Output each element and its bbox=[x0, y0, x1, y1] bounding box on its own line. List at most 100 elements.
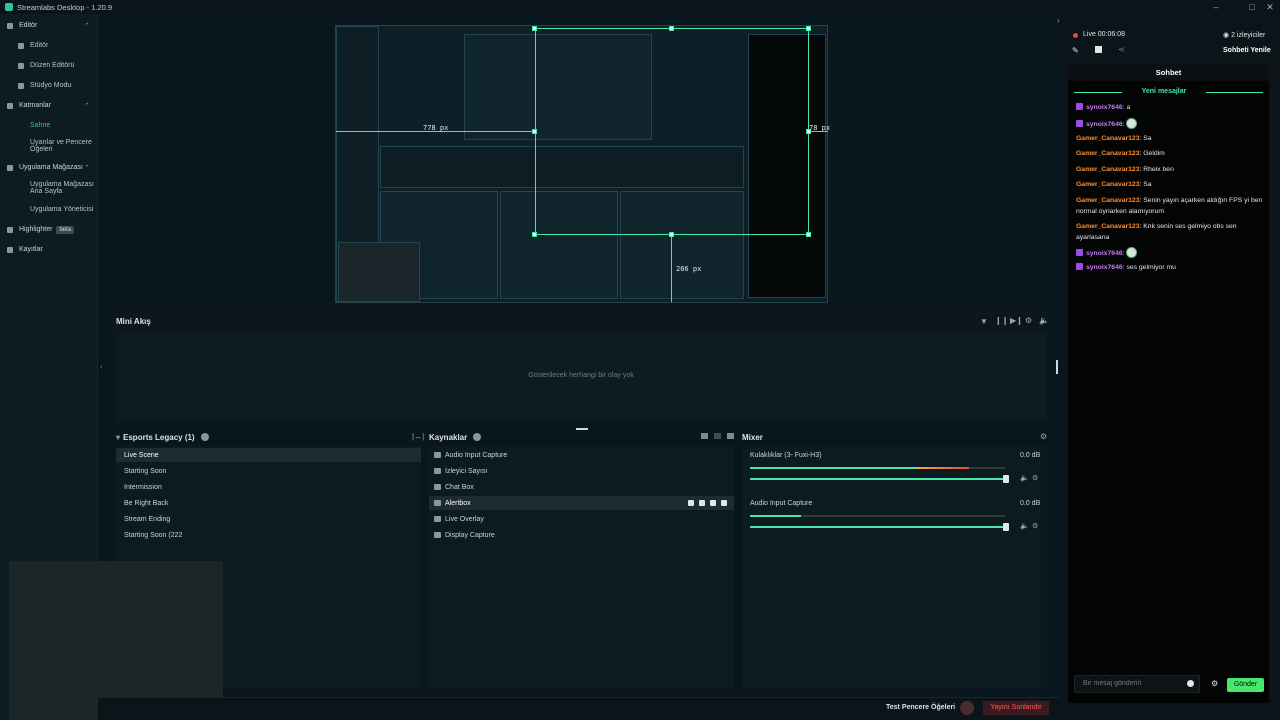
send-button[interactable]: Gönder bbox=[1227, 678, 1264, 692]
record-button[interactable] bbox=[960, 701, 974, 715]
chat-settings-icon[interactable]: ⚙ bbox=[1211, 679, 1218, 688]
channel-settings-icon[interactable]: ⚙ bbox=[1032, 522, 1038, 530]
maximize-icon[interactable]: □ bbox=[1242, 0, 1262, 14]
lock-icon[interactable] bbox=[688, 500, 694, 506]
mixer-settings-icon[interactable]: ⚙ bbox=[1040, 432, 1047, 441]
resize-handle[interactable] bbox=[532, 129, 537, 134]
sidebar-item[interactable]: Editör bbox=[0, 42, 98, 49]
end-stream-button[interactable]: Yayını Sonlandır bbox=[983, 701, 1049, 715]
chat-username[interactable]: Gamer_Canavar123 bbox=[1076, 135, 1139, 142]
sidebar-item[interactable]: Stüdyo Modu bbox=[0, 82, 98, 89]
sidebar-item[interactable]: Highlighter beta bbox=[0, 226, 98, 234]
sidebar-item[interactable]: Katmanlar ⌃ bbox=[0, 102, 98, 110]
nested-chat bbox=[748, 34, 826, 298]
chevron-up-icon[interactable]: ⌃ bbox=[84, 102, 90, 110]
volume-slider[interactable] bbox=[750, 526, 1006, 528]
chat-username[interactable]: Gamer_Canavar123 bbox=[1076, 166, 1139, 173]
eye-icon: ◉ bbox=[1223, 32, 1232, 39]
sidebar-item-label: Kayıtlar bbox=[19, 246, 43, 253]
scene-item[interactable]: Starting Soon (222 bbox=[116, 528, 421, 542]
mixer-channel-name: Kulaklıklar (3- Fuxi-H3) bbox=[750, 452, 822, 459]
chat-tab[interactable]: Sohbet bbox=[1068, 64, 1269, 81]
expand-chat-icon[interactable]: › bbox=[1057, 16, 1060, 25]
source-item[interactable]: Live Overlay bbox=[429, 512, 734, 526]
chat-input[interactable]: Bir mesaj gönderin bbox=[1074, 675, 1200, 693]
chat-username[interactable]: Gamer_Canavar123 bbox=[1076, 150, 1139, 157]
volume-slider[interactable] bbox=[750, 478, 1006, 480]
scene-item[interactable]: Starting Soon bbox=[116, 464, 421, 478]
chat-username[interactable]: synoix7646 bbox=[1086, 250, 1123, 257]
share-icon[interactable]: ⋖ bbox=[1118, 45, 1125, 54]
splitter-handle[interactable] bbox=[576, 428, 588, 430]
source-settings-icon[interactable] bbox=[721, 500, 727, 506]
sidebar-item[interactable]: Uygulama Yöneticisi bbox=[0, 206, 98, 213]
skip-icon[interactable]: ▶❙ bbox=[1010, 316, 1023, 325]
source-item[interactable]: İzleyici Sayısı bbox=[429, 464, 734, 478]
chat-input-placeholder: Bir mesaj gönderin bbox=[1083, 680, 1142, 687]
sidebar-item[interactable]: Sahne bbox=[0, 122, 98, 129]
chevron-down-icon[interactable]: ▾ bbox=[116, 433, 120, 442]
source-group-icon[interactable] bbox=[701, 433, 708, 439]
test-widgets-button[interactable]: Test Pencere Öğeleri bbox=[886, 704, 955, 711]
scene-item[interactable]: Be Right Back bbox=[116, 496, 421, 510]
scene-transition-icon[interactable]: |↔| bbox=[412, 432, 424, 441]
sidebar-item[interactable]: Düzen Editörü bbox=[0, 62, 98, 69]
scene-item[interactable]: Stream Ending bbox=[116, 512, 421, 526]
source-item[interactable]: Display Capture bbox=[429, 528, 734, 542]
close-icon[interactable]: ✕ bbox=[1260, 0, 1280, 14]
chevron-up-icon[interactable]: ⌃ bbox=[84, 22, 90, 30]
preview-canvas[interactable] bbox=[335, 25, 828, 303]
divider-left bbox=[1074, 92, 1122, 93]
chat-username[interactable]: Gamer_Canavar123 bbox=[1076, 223, 1139, 230]
sidebar-item-label: Uygulama Yöneticisi bbox=[30, 206, 94, 213]
scene-item[interactable]: Live Scene bbox=[116, 448, 421, 462]
sidebar-item[interactable]: Uygulama Mağazası ⌃ bbox=[0, 164, 98, 172]
volume-icon[interactable]: 🔈 bbox=[1039, 316, 1049, 325]
scene-collection-title[interactable]: Esports Legacy (1) bbox=[123, 433, 195, 442]
chat-username[interactable]: synoix7646 bbox=[1086, 104, 1123, 111]
visibility-icon[interactable] bbox=[699, 500, 705, 506]
popout-icon[interactable] bbox=[1095, 46, 1102, 53]
chat-username[interactable]: synoix7646 bbox=[1086, 264, 1123, 271]
source-item[interactable]: Alertbox bbox=[429, 496, 734, 510]
channel-settings-icon[interactable]: ⚙ bbox=[1032, 474, 1038, 482]
pause-icon[interactable]: ❙❙ bbox=[995, 316, 1008, 325]
refresh-chat-button[interactable]: Sohbeti Yenile bbox=[1223, 47, 1271, 54]
sidebar-item[interactable]: Kayıtlar bbox=[0, 246, 98, 253]
edit-icon[interactable]: ✎ bbox=[1072, 46, 1079, 55]
nested-sources bbox=[500, 191, 618, 299]
chevron-up-icon[interactable]: ⌃ bbox=[84, 164, 90, 172]
add-source-icon[interactable] bbox=[473, 433, 482, 441]
speaker-icon[interactable]: 🔈 bbox=[1020, 522, 1029, 530]
resize-handle[interactable] bbox=[806, 232, 811, 237]
source-item[interactable]: Audio Input Capture bbox=[429, 448, 734, 462]
volume-slider-thumb[interactable] bbox=[1003, 523, 1009, 531]
minimize-icon[interactable]: – bbox=[1206, 0, 1226, 14]
chat-resize-handle[interactable] bbox=[1056, 360, 1058, 374]
delete-icon[interactable] bbox=[710, 500, 716, 506]
speaker-icon[interactable]: 🔈 bbox=[1020, 474, 1029, 482]
source-link-icon[interactable] bbox=[714, 433, 721, 439]
source-folder-icon[interactable] bbox=[727, 433, 734, 439]
add-scene-icon[interactable] bbox=[200, 433, 209, 441]
source-label: Alertbox bbox=[445, 499, 471, 507]
collapse-sidebar-icon[interactable]: ‹ bbox=[100, 362, 103, 371]
resize-handle[interactable] bbox=[806, 26, 811, 31]
resize-handle[interactable] bbox=[669, 232, 674, 237]
sidebar-item[interactable]: Editör ⌃ bbox=[0, 22, 98, 30]
filter-icon[interactable]: ▼ bbox=[980, 317, 988, 326]
sidebar-item[interactable]: Uygulama Mağazası Ana Sayfa bbox=[0, 181, 98, 195]
emoji-icon[interactable] bbox=[1187, 680, 1194, 687]
sidebar-item[interactable]: Uyarılar ve Pencere Öğeleri bbox=[0, 139, 98, 153]
resize-handle[interactable] bbox=[532, 232, 537, 237]
chat-message: Gamer_Canavar123: Senin yayın açarken al… bbox=[1076, 197, 1263, 215]
scene-item[interactable]: Intermission bbox=[116, 480, 421, 494]
source-item[interactable]: Chat Box bbox=[429, 480, 734, 494]
chat-username[interactable]: synoix7646 bbox=[1086, 121, 1123, 128]
settings-icon[interactable]: ⚙ bbox=[1025, 316, 1032, 325]
resize-handle[interactable] bbox=[532, 26, 537, 31]
chat-username[interactable]: Gamer_Canavar123 bbox=[1076, 197, 1139, 204]
resize-handle[interactable] bbox=[669, 26, 674, 31]
volume-slider-thumb[interactable] bbox=[1003, 475, 1009, 483]
chat-username[interactable]: Gamer_Canavar123 bbox=[1076, 181, 1139, 188]
